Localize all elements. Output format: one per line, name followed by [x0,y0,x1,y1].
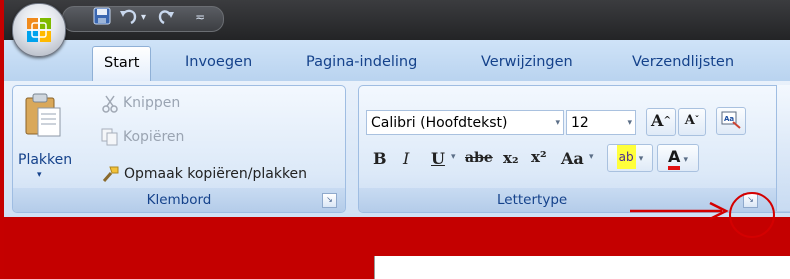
office-logo-icon [27,18,51,42]
office-button[interactable] [12,3,66,57]
annotation-circle [729,192,775,238]
annotation-overlay [630,192,775,238]
